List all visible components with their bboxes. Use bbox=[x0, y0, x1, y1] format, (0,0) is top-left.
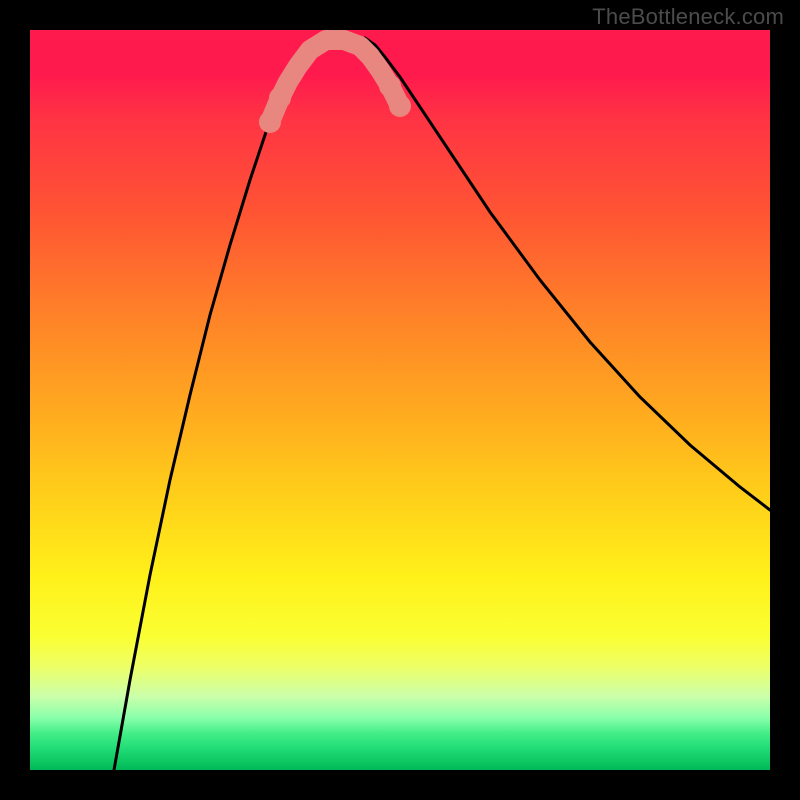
marker-bead bbox=[259, 111, 281, 133]
marker-band bbox=[259, 40, 411, 133]
curve-layer bbox=[30, 30, 770, 770]
plot-area bbox=[30, 30, 770, 770]
right-curve bbox=[365, 38, 770, 510]
watermark-text: TheBottleneck.com bbox=[592, 4, 784, 30]
marker-bead bbox=[389, 95, 411, 117]
marker-bead bbox=[269, 87, 291, 109]
chart-frame: TheBottleneck.com bbox=[0, 0, 800, 800]
marker-bead bbox=[379, 75, 401, 97]
left-curve bbox=[114, 38, 325, 770]
